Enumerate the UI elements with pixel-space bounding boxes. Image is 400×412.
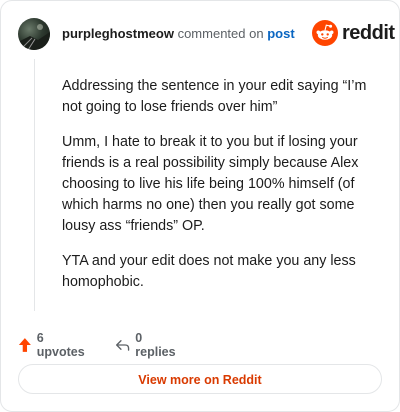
upvote-arrow-icon xyxy=(18,338,31,352)
reddit-wordmark: reddit xyxy=(342,22,395,44)
embedded-comment-card: purpleghostmeow commented on post reddit… xyxy=(0,0,400,412)
reply-button[interactable]: 0 replies xyxy=(115,331,178,359)
user-avatar[interactable] xyxy=(18,18,50,50)
post-link[interactable]: post xyxy=(267,26,294,41)
reply-arrow-icon xyxy=(116,340,130,351)
thread-line xyxy=(34,59,35,311)
comment-paragraph: Addressing the sentence in your edit say… xyxy=(62,78,367,115)
upvote-button[interactable]: 6 upvotes xyxy=(18,331,87,359)
username-link[interactable]: purpleghostmeow xyxy=(62,26,174,41)
comment-body: Addressing the sentence in your edit say… xyxy=(62,76,368,307)
upvote-count: 6 upvotes xyxy=(36,331,85,359)
comment-header: purpleghostmeow commented on post xyxy=(62,26,295,41)
commented-on-text: commented on xyxy=(177,26,264,41)
view-more-button[interactable]: View more on Reddit xyxy=(18,364,382,394)
comment-paragraph: YTA and your edit does not make you any … xyxy=(62,253,356,290)
reddit-snoo-icon xyxy=(312,20,338,46)
reply-count: 0 replies xyxy=(135,331,176,359)
comment-paragraph: Umm, I hate to break it to you but if lo… xyxy=(62,134,359,234)
